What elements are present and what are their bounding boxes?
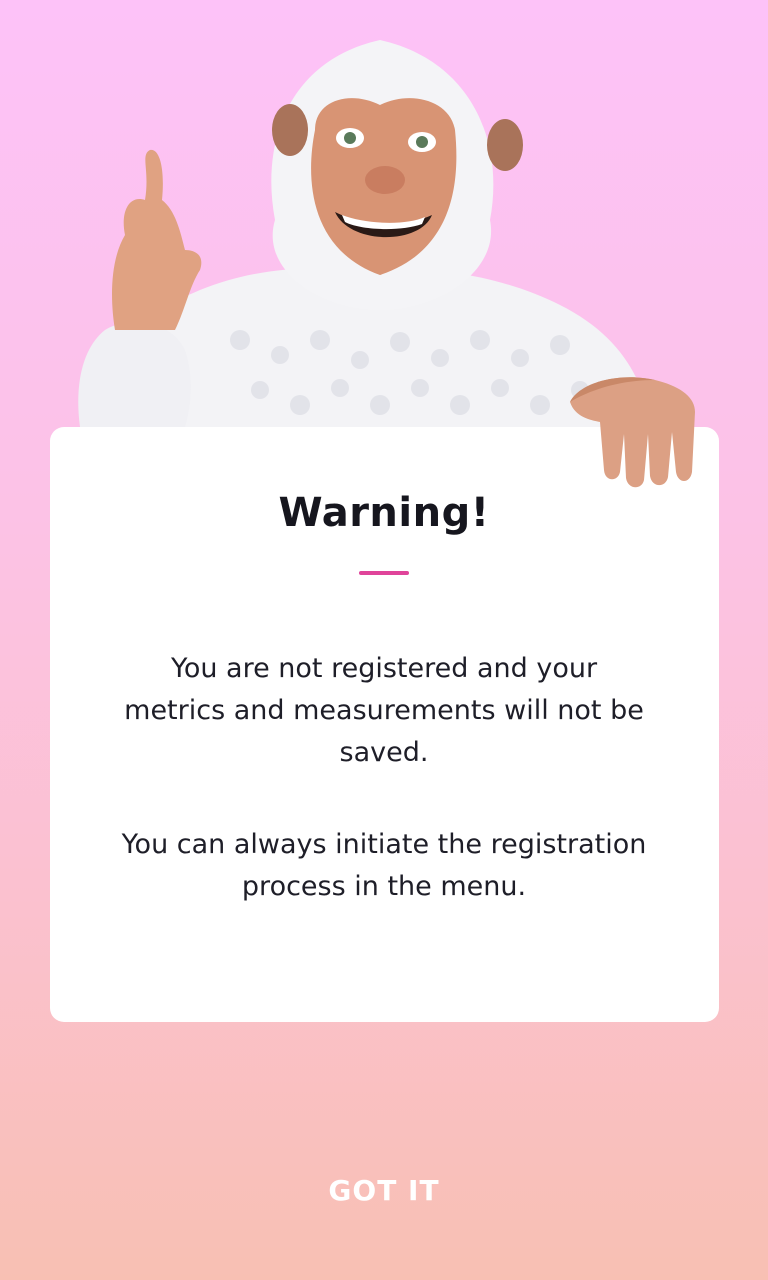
got-it-button[interactable]: GOT IT (284, 1160, 484, 1220)
dialog-title: Warning! (278, 490, 490, 536)
title-divider (359, 571, 409, 575)
dialog-message-registration-hint: You can always initiate the registration… (121, 829, 647, 902)
dialog-message-unregistered: You are not registered and your metrics … (124, 653, 644, 768)
yeti-hand-illustration (570, 377, 695, 488)
